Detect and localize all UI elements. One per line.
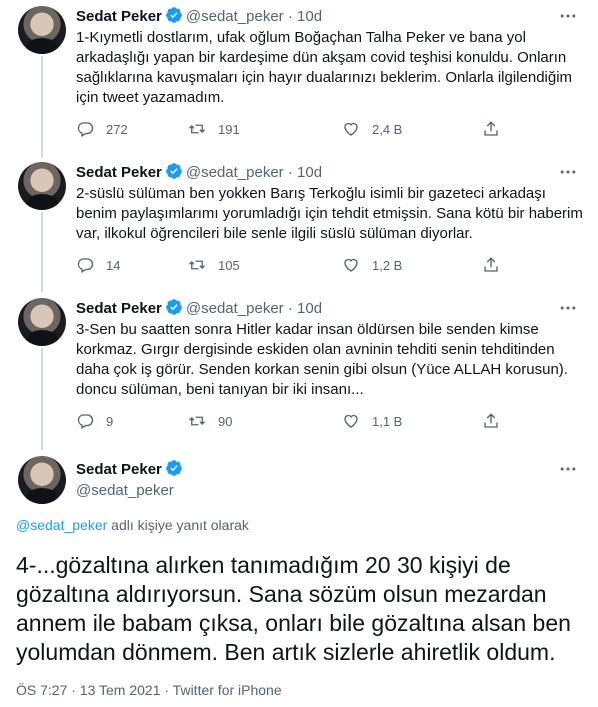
share-button[interactable] [482,256,512,274]
author-name[interactable]: Sedat Peker [76,164,162,181]
tweet-text: 3-Sen bu saatten sonra Hitler kadar insa… [76,321,568,398]
reply-count: 9 [106,413,114,429]
more-icon[interactable] [556,459,580,479]
tweet-time[interactable]: 10d [297,164,322,181]
avatar[interactable] [18,162,66,210]
avatar[interactable] [18,6,66,54]
more-icon[interactable] [556,298,580,318]
separator-dot: · [287,300,293,317]
avatar[interactable] [18,456,66,504]
share-icon [484,413,498,428]
reply-button[interactable]: 14 [76,256,120,274]
author-name[interactable]: Sedat Peker [76,300,162,317]
share-button[interactable] [482,412,512,430]
like-count: 2,4 B [372,121,403,137]
like-button[interactable]: 1,1 B [342,412,402,430]
author-handle[interactable]: @sedat_peker [76,481,584,501]
verified-badge-icon [166,460,182,476]
tweet-text: 2-süslü sülüman ben yokken Barış Terkoğl… [76,185,583,242]
reply-button[interactable]: 272 [76,120,128,138]
retweet-button[interactable]: 191 [188,120,240,138]
like-count: 1,2 B [372,257,403,273]
reply-icon [77,414,94,429]
reply-count: 14 [106,257,121,273]
author-name[interactable]: Sedat Peker [76,8,162,25]
focal-tweet-text: 4-...gözaltına alırken tanımadığım 20 30… [16,552,571,665]
avatar[interactable] [18,298,66,346]
reply-to-link[interactable]: @sedat_peker [16,517,107,533]
reply-count: 272 [106,121,128,137]
tweet-text: 1-Kıymetli dostlarım, ufak oğlum Boğaçha… [76,29,573,106]
retweet-count: 191 [218,121,240,137]
more-icon[interactable] [556,162,580,182]
tweet-time[interactable]: 10d [297,300,322,317]
like-icon [344,122,358,136]
reply-context: @sedat_peker adlı kişiye yanıt olarak [16,517,249,533]
like-icon [344,414,358,428]
separator-dot: · [287,164,293,181]
share-icon [484,257,498,272]
retweet-icon [189,124,205,134]
author-handle[interactable]: @sedat_peker [186,8,284,25]
like-button[interactable]: 1,2 B [342,256,402,274]
reply-icon [77,122,94,137]
retweet-count: 90 [218,413,233,429]
retweet-button[interactable]: 105 [188,256,240,274]
verified-badge-icon [166,7,182,23]
author-name[interactable]: Sedat Peker [76,461,162,478]
reply-icon [77,258,94,273]
tweet-actions: 9 90 1,1 B [76,412,516,432]
author-handle[interactable]: @sedat_peker [186,164,284,181]
tweet-actions: 14 105 1,2 B [76,256,516,276]
retweet-icon [189,260,205,270]
like-icon [344,258,358,272]
retweet-count: 105 [218,257,240,273]
reply-button[interactable]: 9 [76,412,113,430]
more-icon[interactable] [556,6,580,26]
share-button[interactable] [482,120,512,138]
tweet-actions: 272 191 2,4 B [76,120,516,140]
like-button[interactable]: 2,4 B [342,120,402,138]
retweet-icon [189,416,205,426]
verified-badge-icon [166,163,182,179]
tweet-meta: ÖS 7:27 · 13 Tem 2021 · Twitter for iPho… [16,682,282,698]
focal-tweet: Sedat Peker @sedat_peker [0,456,598,512]
tweet-time[interactable]: 10d [297,8,322,25]
verified-badge-icon [166,299,182,315]
share-icon [484,121,498,136]
separator-dot: · [287,8,293,25]
retweet-button[interactable]: 90 [188,412,232,430]
author-handle[interactable]: @sedat_peker [186,300,284,317]
like-count: 1,1 B [372,413,403,429]
reply-to-suffix: adlı kişiye yanıt olarak [107,517,249,533]
